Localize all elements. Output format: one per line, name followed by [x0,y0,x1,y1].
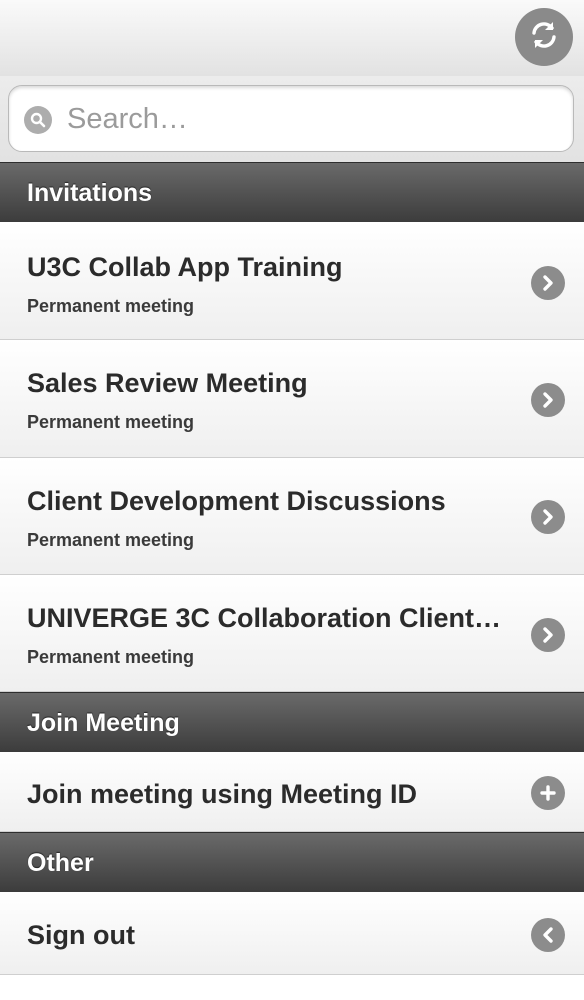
refresh-icon [526,17,562,58]
invitation-subtitle: Permanent meeting [27,647,195,667]
join-meeting-row[interactable]: Join meeting using Meeting ID [0,752,584,832]
top-bar [0,0,584,76]
invitation-subtitle: Permanent meeting [27,530,195,550]
chevron-left-icon[interactable] [531,918,565,952]
invitation-subtitle: Permanent meeting [27,412,195,432]
refresh-button[interactable] [515,8,573,66]
search-input[interactable] [67,96,557,142]
chevron-right-icon[interactable] [531,266,565,300]
invitation-title: Sales Review Meeting [27,368,308,398]
join-meeting-label: Join meeting using Meeting ID [27,779,418,809]
invitation-row[interactable]: Sales Review Meeting Permanent meeting [0,340,584,458]
sign-out-row[interactable]: Sign out [0,892,584,975]
invitation-subtitle: Permanent meeting [27,296,195,316]
section-header-other: Other [0,832,584,892]
chevron-right-icon[interactable] [531,618,565,652]
search-box [8,85,574,152]
sign-out-label: Sign out [27,920,135,950]
invitation-title: U3C Collab App Training [27,252,343,282]
section-header-invitations: Invitations [0,162,584,222]
invitation-row[interactable]: UNIVERGE 3C Collaboration Client… Perman… [0,575,584,692]
chevron-right-icon[interactable] [531,383,565,417]
invitation-row[interactable]: U3C Collab App Training Permanent meetin… [0,222,584,340]
plus-icon[interactable] [531,776,565,810]
section-header-join-meeting: Join Meeting [0,692,584,752]
invitation-row[interactable]: Client Development Discussions Permanent… [0,458,584,575]
chevron-right-icon[interactable] [531,500,565,534]
search-icon [24,106,52,134]
invitation-title: Client Development Discussions [27,486,446,516]
invitation-title: UNIVERGE 3C Collaboration Client… [27,603,502,633]
search-bar [0,76,584,162]
